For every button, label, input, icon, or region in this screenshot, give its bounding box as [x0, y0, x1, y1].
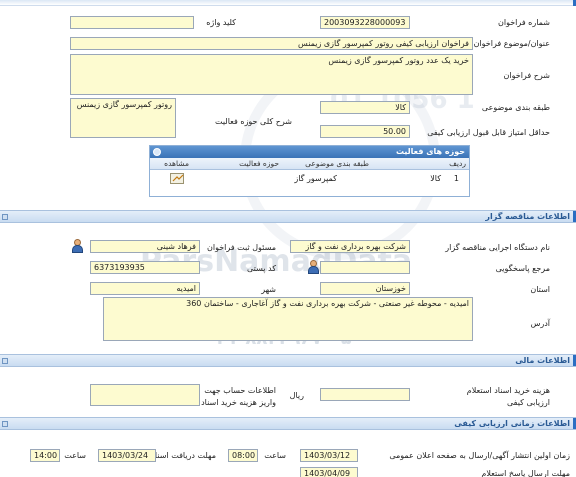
timing-section-title: اطلاعات زمانی ارزیابی کیفی [454, 419, 570, 428]
send-deadline-label: مهلت ارسال پاسخ استعلام [481, 469, 570, 477]
activity-table-header: ردیف طبقه بندی موضوعی حوزه فعالیت مشاهده [150, 158, 469, 170]
view-icon[interactable] [170, 173, 184, 184]
financial-section-bar: اطلاعات مالی [0, 354, 576, 367]
section-toggle-icon[interactable] [2, 358, 8, 364]
receive-deadline-label: مهلت دریافت اسناد [151, 451, 216, 460]
financial-section-title: اطلاعات مالی [515, 356, 570, 365]
col-row: ردیف [449, 159, 466, 168]
tender-number-field: 2003093228000093 [320, 16, 410, 29]
organizer-section-bar: اطلاعات مناقصه گزار [0, 210, 576, 223]
reference-label: مرجع پاسخگویی [495, 264, 550, 273]
cell-row: 1 [453, 174, 459, 183]
publish-time-label: ساعت [264, 451, 286, 460]
reference-user-icon[interactable] [306, 260, 320, 274]
fee-field [320, 388, 410, 401]
province-field: خوزستان [320, 282, 410, 295]
address-label: آدرس [530, 319, 550, 328]
org-label: نام دستگاه اجرایی مناقصه گزار [445, 243, 550, 252]
min-score-label: حداقل امتیاز قابل قبول ارزیابی کیفی [427, 128, 550, 137]
section-toggle-icon[interactable] [2, 421, 8, 427]
section-toggle-icon[interactable] [2, 214, 8, 220]
min-score-field: 50.00 [320, 125, 410, 138]
activity-panel: حوزه های فعالیت ردیف طبقه بندی موضوعی حو… [149, 145, 470, 197]
publish-time-field: 08:00 [228, 449, 258, 462]
timing-section-bar: اطلاعات زمانی ارزیابی کیفی [0, 417, 576, 430]
postal-field: 6373193935 [90, 261, 200, 274]
collapse-icon[interactable] [153, 148, 161, 156]
organizer-section-title: اطلاعات مناقصه گزار [485, 212, 570, 221]
activity-panel-title: حوزه های فعالیت [395, 147, 465, 156]
registrar-field: فرهاد شینی [90, 240, 200, 253]
description-field: خرید یک عدد روتور کمپرسور گازی زیمنس [70, 54, 473, 95]
org-field: شرکت بهره برداری نفت و گاز [290, 240, 410, 253]
activity-desc-field: روتور کمپرسور گازی زیمنس [70, 98, 176, 138]
cell-area: کمپرسور گاز [294, 174, 337, 183]
description-label: شرح فراخوان [503, 71, 550, 80]
address-field: امیدیه - محوطه غیر صنعتی - شرکت بهره برد… [103, 297, 473, 341]
postal-label: کد پستی [247, 264, 276, 273]
publish-date-field: 1403/03/12 [300, 449, 358, 462]
activity-panel-header: حوزه های فعالیت [150, 146, 469, 158]
keyword-field[interactable] [70, 16, 194, 29]
city-label: شهر [261, 285, 276, 294]
top-strip [0, 0, 576, 6]
activity-desc-label: شرح کلی حوزه فعالیت [215, 117, 292, 126]
city-field: امیدیه [90, 282, 200, 295]
title-label: عنوان/موضوع فراخوان [473, 39, 550, 48]
province-label: استان [530, 285, 550, 294]
account-field [90, 384, 200, 406]
col-area: حوزه فعالیت [239, 159, 279, 168]
receive-time-field: 14:00 [30, 449, 60, 462]
cell-category: کالا [430, 174, 441, 183]
fee-label: هزینه خرید اسناد استعلام ارزیابی کیفی [466, 386, 550, 407]
registrar-label: مسئول ثبت فراخوان [207, 243, 276, 252]
col-view: مشاهده [164, 159, 189, 168]
publish-label: زمان اولین انتشار آگهی/ارسال به صفحه اعل… [389, 451, 570, 460]
title-field: فراخوان ارزیابی کیفی روتور کمپرسور گازی … [70, 37, 473, 50]
keyword-label: کلید واژه [206, 18, 236, 27]
table-row: 1 کالا کمپرسور گاز [150, 170, 469, 188]
send-date-field: 1403/04/09 [300, 467, 358, 477]
currency-label: ریال [289, 391, 304, 400]
category-field: کالا [320, 101, 410, 114]
col-category: طبقه بندی موضوعی [305, 159, 369, 168]
receive-date-field: 1403/03/24 [98, 449, 156, 462]
tender-number-label: شماره فراخوان [498, 18, 550, 27]
reference-field [320, 261, 410, 274]
registrar-user-icon[interactable] [70, 239, 84, 253]
receive-time-label: ساعت [64, 451, 86, 460]
category-label: طبقه بندی موضوعی [481, 103, 550, 112]
